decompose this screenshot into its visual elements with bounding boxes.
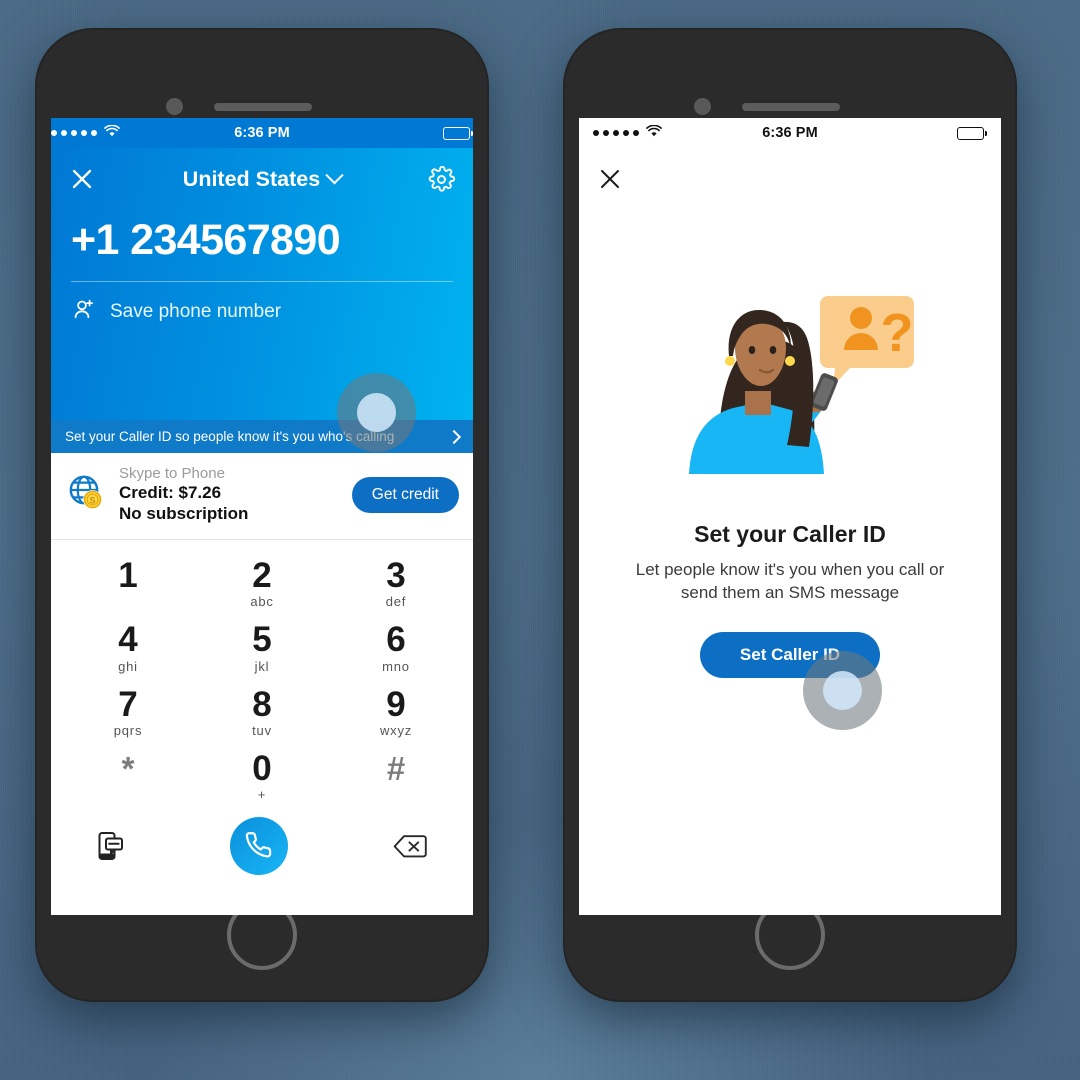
status-bar-left: 6:36 PM [51, 118, 473, 148]
wifi-icon [104, 124, 120, 141]
close-icon[interactable] [69, 166, 95, 192]
dialed-number[interactable]: +1 234567890 [51, 210, 473, 281]
backspace-icon[interactable] [393, 834, 427, 859]
subscription-status: No subscription [119, 504, 249, 524]
keypad-letters: pqrs [113, 722, 143, 738]
keypad-key-hash[interactable]: # [329, 745, 463, 809]
phone-handset-icon [245, 831, 273, 862]
earpiece-speaker [214, 103, 312, 111]
keypad-digit: 6 [386, 620, 406, 660]
keypad-letters: mno [382, 658, 410, 674]
keypad-key-6[interactable]: 6 mno [329, 616, 463, 680]
earpiece-speaker [742, 103, 840, 111]
save-phone-number-button[interactable]: Save phone number [51, 282, 473, 328]
chevron-down-icon [325, 165, 344, 184]
chevron-right-icon [446, 429, 462, 444]
keypad-digit: 5 [252, 620, 272, 660]
signal-dots-icon [51, 130, 97, 136]
call-button[interactable] [230, 817, 288, 876]
keypad-digit: 2 [252, 555, 272, 595]
keypad-digit: * [121, 749, 135, 787]
set-caller-id-button[interactable]: Set Caller ID [699, 631, 881, 678]
gear-icon[interactable] [428, 165, 455, 193]
caller-id-description: Let people know it's you when you call o… [635, 560, 945, 602]
dialer-toolbar: United States [51, 148, 473, 210]
keypad-key-9[interactable]: 9 wxyz [329, 681, 463, 745]
keypad-key-8[interactable]: 8 tuv [195, 681, 329, 745]
country-selector[interactable]: United States [51, 165, 473, 192]
keypad-letters: def [385, 594, 407, 610]
add-contact-icon [71, 296, 97, 328]
status-bar-right: 6:36 PM [579, 118, 1001, 148]
keypad-key-0[interactable]: 0 + [195, 745, 329, 809]
keypad-digit: 9 [386, 684, 406, 724]
globe-coin-icon: S [65, 471, 107, 518]
caller-id-banner[interactable]: Set your Caller ID so people know it's y… [51, 420, 473, 453]
signal-dots-icon [593, 130, 639, 136]
country-label: United States [182, 166, 321, 191]
credit-amount: Credit: $7.26 [119, 483, 222, 503]
keypad-letters: wxyz [379, 722, 413, 738]
keypad-key-star[interactable]: * [61, 745, 195, 809]
screen-right: 6:36 PM ? Set your Caller ID Let people … [579, 118, 1001, 915]
dialer-spacer [51, 328, 473, 420]
status-time-right: 6:36 PM [762, 125, 818, 141]
keypad-key-5[interactable]: 5 jkl [195, 616, 329, 680]
credit-section: S Skype to Phone Credit: $7.26 No subscr… [51, 453, 473, 540]
keypad-letters: jkl [254, 658, 270, 674]
phone-device-right: 6:36 PM ? Set your Caller ID Let people … [565, 30, 1015, 1000]
keypad-digit: # [386, 749, 406, 787]
credit-text-block: Skype to Phone Credit: $7.26 No subscrip… [119, 465, 248, 525]
close-icon[interactable] [597, 166, 623, 192]
caller-id-toolbar [579, 148, 1001, 210]
keypad-letters: + [257, 787, 267, 803]
battery-full-icon [956, 126, 987, 140]
dialer-header: United States +1 234567890 Save phone nu… [51, 148, 473, 420]
keypad-letters: abc [250, 594, 274, 610]
front-camera-icon [166, 98, 183, 115]
keypad-letters [61, 594, 195, 610]
caller-id-content: ? Set your Caller ID Let people know it'… [579, 210, 1001, 678]
keypad-letters [61, 786, 195, 802]
wifi-icon [646, 124, 662, 141]
caller-id-banner-text: Set your Caller ID so people know it's y… [65, 429, 395, 444]
keypad-digit: 8 [252, 684, 272, 724]
front-camera-icon [694, 98, 711, 115]
dialer-actions [51, 811, 473, 876]
keypad-key-1[interactable]: 1 [61, 552, 195, 616]
get-credit-button[interactable]: Get credit [351, 476, 459, 513]
save-phone-number-label: Save phone number [110, 301, 282, 322]
woman-with-phone-and-question-bubble-illustration: ? [665, 288, 915, 483]
keypad-digit: 4 [118, 620, 138, 660]
caller-id-title: Set your Caller ID [694, 521, 886, 547]
svg-text:?: ? [881, 303, 914, 363]
battery-full-icon [442, 126, 473, 140]
keypad-key-7[interactable]: 7 pqrs [61, 681, 195, 745]
keypad: 1 2 abc 3 def 4 ghi 5 jkl 6 mno 7 pqrs 8 tuv 9 wxyz * 0 + # [51, 540, 473, 810]
keypad-letters [329, 786, 463, 802]
keypad-key-4[interactable]: 4 ghi [61, 616, 195, 680]
keypad-digit: 7 [118, 684, 138, 724]
svg-text:S: S [89, 496, 95, 506]
credit-product: Skype to Phone [119, 465, 225, 482]
keypad-letters: tuv [252, 722, 272, 738]
keypad-digit: 3 [386, 555, 406, 595]
keypad-key-3[interactable]: 3 def [329, 552, 463, 616]
sms-phone-icon[interactable] [97, 831, 125, 861]
phone-device-left: 6:36 PM United States +1 234567890 Save … [37, 30, 487, 1000]
keypad-digit: 1 [118, 555, 138, 595]
keypad-letters: ghi [118, 658, 138, 674]
keypad-key-2[interactable]: 2 abc [195, 552, 329, 616]
screen-left: 6:36 PM United States +1 234567890 Save … [51, 118, 473, 915]
keypad-digit: 0 [252, 748, 272, 788]
